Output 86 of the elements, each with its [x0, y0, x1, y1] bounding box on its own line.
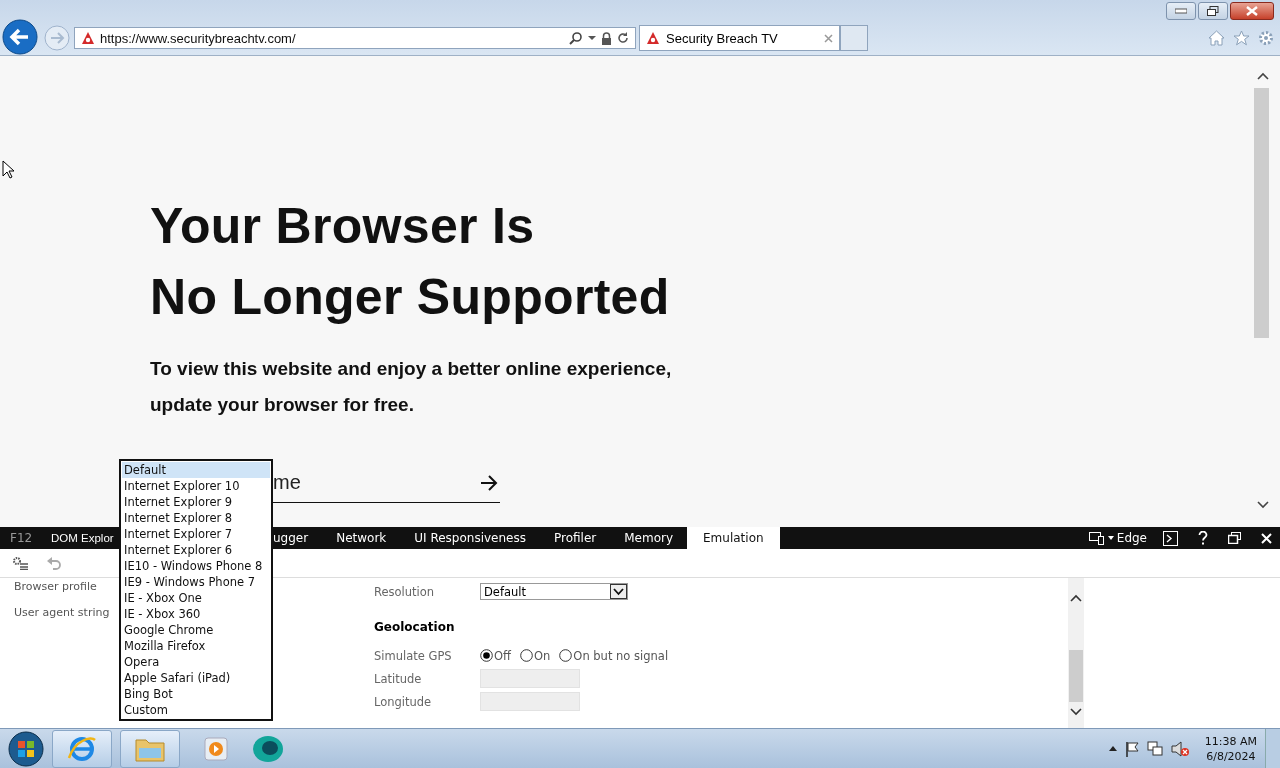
caret-icon	[1107, 536, 1114, 540]
browser-taskbar-icon[interactable]	[52, 729, 112, 768]
dropdown-option[interactable]: Default	[122, 462, 270, 478]
lock-icon[interactable]	[601, 31, 612, 45]
dropdown-option[interactable]: Bing Bot	[122, 686, 270, 702]
caret-up-icon[interactable]	[1108, 746, 1117, 751]
close-icon[interactable]	[1261, 532, 1272, 544]
browser-tab[interactable]: Security Breach TV	[639, 25, 840, 51]
scroll-up-icon[interactable]	[1070, 594, 1082, 602]
dropdown-option[interactable]: Opera	[122, 654, 270, 670]
dropdown-option[interactable]: IE9 - Windows Phone 7	[122, 574, 270, 590]
settings-icon[interactable]	[1258, 30, 1274, 46]
devtools-tab[interactable]: Memory	[610, 527, 688, 549]
devtools-tab[interactable]: ugger	[273, 527, 323, 549]
network-icon[interactable]	[1146, 740, 1163, 757]
search-icon[interactable]	[569, 31, 583, 45]
close-icon	[1246, 6, 1258, 16]
start-button[interactable]	[8, 730, 44, 767]
dropdown-option[interactable]: Custom	[122, 702, 270, 718]
scroll-up-icon[interactable]	[1257, 72, 1269, 80]
back-icon[interactable]	[2, 19, 38, 55]
scroll-thumb[interactable]	[1253, 88, 1269, 338]
caret-icon[interactable]	[588, 35, 596, 41]
dropdown-option[interactable]: Internet Explorer 7	[122, 526, 270, 542]
app-taskbar-icon[interactable]	[252, 734, 284, 763]
setting-label: Longitude	[374, 694, 433, 709]
setting-label: Browser profile	[14, 580, 97, 595]
radio-label: On	[534, 648, 551, 663]
dropdown-option[interactable]: IE - Xbox One	[122, 590, 270, 606]
setting-label: Resolution	[374, 584, 436, 599]
radio-button[interactable]	[480, 649, 493, 662]
scrollbar[interactable]	[1068, 578, 1084, 728]
input-field[interactable]	[480, 692, 580, 711]
devtools-tab[interactable]: UI Responsiveness	[400, 527, 540, 549]
setting-label: Simulate GPS	[374, 648, 453, 663]
devtools-tab[interactable]: Profiler	[539, 527, 611, 549]
select-value: Default	[483, 584, 527, 599]
radio-button[interactable]	[559, 649, 573, 662]
undock-icon[interactable]	[1228, 532, 1241, 544]
dropdown-option[interactable]: IE10 - Windows Phone 8	[122, 558, 270, 574]
device-icon	[1088, 531, 1105, 545]
devtools-tab[interactable]: Emulation	[687, 527, 780, 549]
radio-label: On but no signal	[573, 648, 669, 663]
refresh-icon[interactable]	[617, 32, 629, 44]
input-field[interactable]	[480, 669, 580, 688]
help-icon[interactable]	[1198, 531, 1208, 545]
settings-list-icon[interactable]	[12, 556, 29, 570]
scroll-down-icon[interactable]	[1257, 501, 1269, 509]
setting-label: Latitude	[374, 671, 423, 686]
star-icon[interactable]	[1233, 30, 1250, 46]
scroll-down-icon[interactable]	[1070, 708, 1082, 716]
radio-label: Off	[494, 648, 511, 663]
page-heading: Your Browser Is No Longer Supported	[150, 197, 671, 327]
dropdown-option[interactable]: Apple Safari (iPad)	[122, 670, 270, 686]
dropdown-option[interactable]: IE - Xbox 360	[122, 606, 270, 622]
resolution-select[interactable]: Default	[480, 583, 628, 600]
dropdown-option[interactable]: Internet Explorer 6	[122, 542, 270, 558]
close-button[interactable]	[1230, 2, 1274, 20]
address-bar[interactable]: https://www.securitybreachtv.com/	[74, 27, 636, 49]
site-icon	[81, 31, 95, 45]
setting-label: User agent string	[14, 606, 110, 621]
url-text: https://www.securitybreachtv.com/	[100, 30, 297, 46]
devtools-tab[interactable]: Network	[322, 527, 401, 549]
restore-button[interactable]	[1198, 2, 1228, 20]
flag-icon[interactable]	[1124, 740, 1139, 757]
arrow-right-icon[interactable]	[480, 474, 498, 491]
console-icon[interactable]	[1163, 530, 1178, 546]
mode-label: Edge	[1116, 531, 1147, 545]
dropdown-option[interactable]: Mozilla Firefox	[122, 638, 270, 654]
close-tab-icon[interactable]	[824, 33, 833, 43]
minimize-icon	[1175, 8, 1187, 14]
dropdown-option[interactable]: Internet Explorer 8	[122, 510, 270, 526]
tab-title: Security Breach TV	[666, 30, 779, 46]
scroll-thumb[interactable]	[1069, 650, 1083, 702]
site-icon	[646, 31, 660, 45]
dropdown-option[interactable]: Google Chrome	[122, 622, 270, 638]
speaker-muted-icon[interactable]	[1170, 740, 1189, 757]
page-subtext: To view this website and enjoy a better online experience, update your browser for free.	[150, 357, 673, 417]
section-heading: Geolocation	[374, 620, 456, 634]
mode-dropdown[interactable]: Edge	[1088, 531, 1147, 545]
devtools-tab[interactable]: DOM Explor	[43, 527, 119, 549]
f12-label: F12	[9, 531, 34, 545]
radio-button[interactable]	[520, 649, 533, 662]
chevron-down-icon[interactable]	[610, 584, 627, 599]
clock[interactable]: 11:38 AM 6/8/2024	[1204, 733, 1257, 764]
restore-icon	[1207, 6, 1219, 16]
